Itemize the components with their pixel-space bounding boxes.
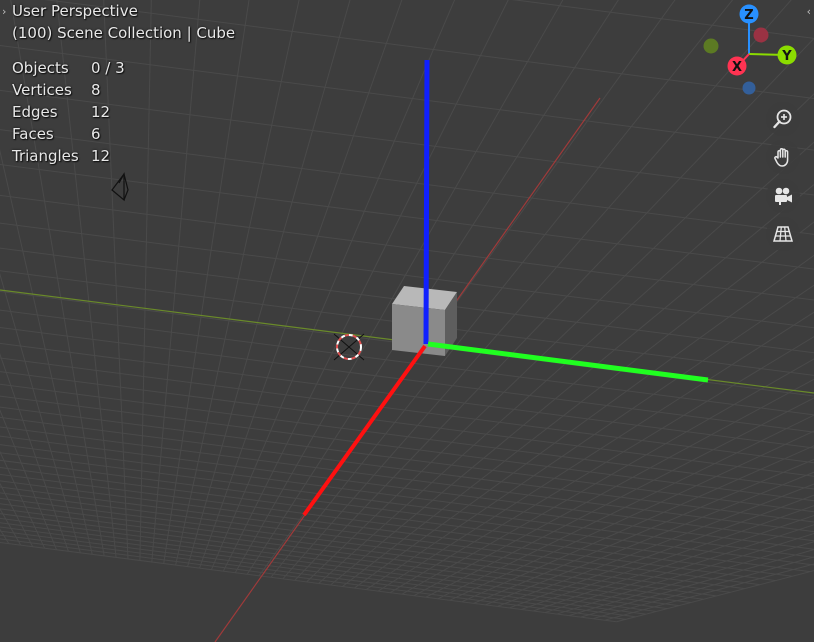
zoom-button[interactable] — [766, 102, 800, 136]
gizmo-x-label: X — [732, 60, 742, 75]
camera-object[interactable] — [111, 172, 129, 202]
stat-value: 12 — [91, 147, 111, 165]
stat-row-faces: Faces 6 — [12, 123, 125, 145]
zoom-icon — [773, 109, 792, 129]
light-object[interactable] — [333, 333, 365, 361]
sidebar-expand-icon[interactable]: ‹ — [807, 6, 811, 17]
gizmo-z-label: Z — [744, 8, 753, 23]
camera-view-button[interactable] — [766, 179, 800, 213]
gizmo-z-axis — [423, 59, 430, 345]
gizmo-neg-z-circle — [742, 81, 756, 95]
gizmo-x-axis — [302, 344, 427, 517]
gizmo-neg-y-circle — [703, 38, 719, 54]
stat-row-vertices: Vertices 8 — [12, 79, 125, 101]
stat-value: 8 — [91, 81, 101, 99]
stat-row-edges: Edges 12 — [12, 101, 125, 123]
scene-statistics: Objects 0 / 3 Vertices 8 Edges 12 Faces … — [12, 57, 125, 167]
viewport-info: User Perspective (100) Scene Collection … — [12, 0, 235, 44]
gizmo-neg-x-circle — [753, 27, 769, 43]
stat-row-objects: Objects 0 / 3 — [12, 57, 125, 79]
stat-label: Objects — [12, 59, 69, 77]
grid-icon — [773, 226, 793, 242]
pan-button[interactable] — [766, 140, 800, 174]
view-mode-label: User Perspective — [12, 2, 138, 20]
gizmo-y-label: Y — [781, 49, 792, 64]
stat-label: Triangles — [12, 147, 79, 165]
stat-value: 0 / 3 — [91, 59, 125, 77]
stat-label: Faces — [12, 125, 54, 143]
toolbar-expand-icon[interactable]: › — [2, 6, 6, 17]
ortho-toggle-button[interactable] — [766, 217, 800, 251]
stat-label: Vertices — [12, 81, 72, 99]
stat-value: 6 — [91, 125, 101, 143]
hand-icon — [774, 148, 789, 167]
stat-value: 12 — [91, 103, 111, 121]
stat-row-triangles: Triangles 12 — [12, 145, 125, 167]
context-label: (100) Scene Collection | Cube — [12, 24, 236, 42]
camera-icon — [775, 187, 792, 205]
stat-label: Edges — [12, 103, 58, 121]
